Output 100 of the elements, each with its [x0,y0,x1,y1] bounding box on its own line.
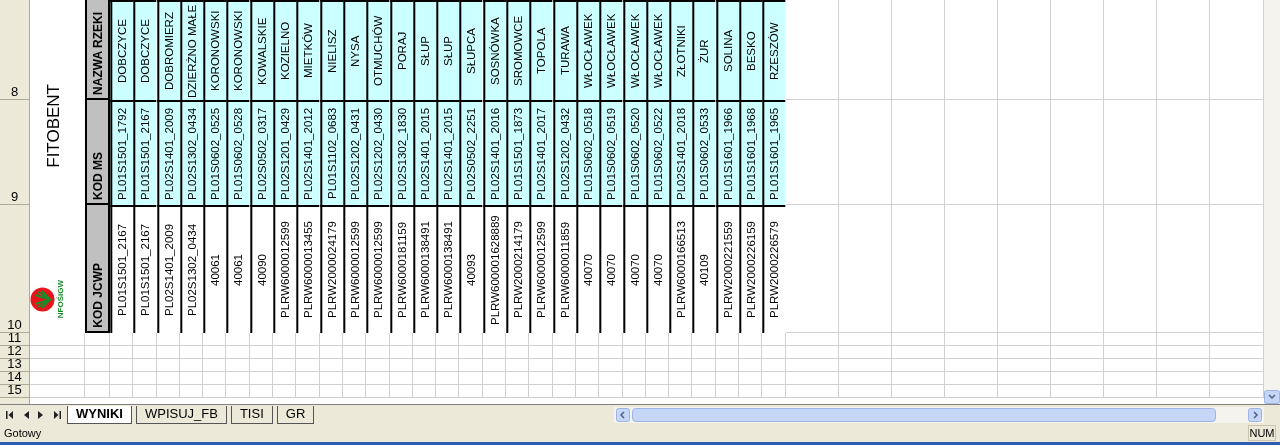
empty-cell [944,359,998,372]
empty-cell [226,333,250,346]
empty-cell [319,385,343,398]
empty-cell [669,333,693,346]
row-header[interactable]: 10 [0,205,30,333]
empty-cell [506,333,530,346]
scroll-down-button[interactable] [1264,390,1280,404]
empty-cell [85,385,110,398]
scroll-right-button[interactable] [1248,407,1262,422]
table-cell: PLRW2000226579 [762,205,786,333]
empty-cell [944,333,998,346]
table-cell: PL01S0602_0518 [575,100,600,205]
empty-cell [599,346,623,359]
empty-cell [156,359,180,372]
empty-cell [1103,346,1157,359]
empty-cell [296,346,320,359]
empty-cell [342,385,367,398]
table-cell: PL02S1401_2016 [482,100,507,205]
empty-cell [319,333,343,346]
table-cell: ŻUR [692,0,716,100]
empty-cell [366,385,390,398]
horizontal-scrollbar[interactable] [614,406,1264,423]
table-cell: PLRW6000013455 [296,205,320,333]
table-cell: PL01S1501_2167 [133,205,157,333]
empty-cell [203,385,227,398]
empty-cell [482,385,507,398]
scroll-left-button[interactable] [616,407,630,422]
empty-cell [944,372,998,385]
empty-cell [249,359,274,372]
empty-cell [599,333,623,346]
empty-cell [1103,359,1157,372]
table-cell: PL02S1302_1830 [389,100,413,205]
sheet-tab[interactable]: WPISUJ_FB [135,406,227,424]
empty-cell [506,372,530,385]
table-cell: PLRW2000221559 [715,205,739,333]
table-cell: PL01S1102_0683 [319,100,343,205]
table-cell: PLRW6000166513 [669,205,693,333]
empty-cell [529,346,553,359]
empty-cell [1156,359,1210,372]
empty-cell [785,333,839,346]
num-lock-indicator: NUM [1248,425,1276,441]
table-cell: SOLINA [715,0,739,100]
empty-cell [762,359,786,372]
table-cell: PL02S1401_2015 [436,100,460,205]
empty-cell [715,333,739,346]
empty-cell [645,385,670,398]
table-cell: PLRW600001628889 [482,205,507,333]
empty-cell [366,372,390,385]
empty-cell [226,385,250,398]
empty-cell [1156,372,1210,385]
empty-cell [459,333,483,346]
empty-cell [203,333,227,346]
status-text: Gotowy [4,425,42,441]
scroll-thumb[interactable] [632,407,1216,422]
empty-cell [891,346,945,359]
empty-cell [838,333,892,346]
empty-cell [296,372,320,385]
logo-text: NFOŚiGW [56,279,65,319]
empty-cell [599,372,623,385]
empty-cell [692,372,716,385]
table-cell: 40070 [645,205,670,333]
sheet-tab[interactable]: TISI [230,406,273,424]
empty-cell [412,372,437,385]
empty-cell [110,372,134,385]
empty-cell [342,372,367,385]
table-cell: TURAWA [552,0,576,100]
row-header[interactable]: 14 [0,372,30,385]
row-header[interactable]: 9 [0,100,30,205]
row-header[interactable]: 13 [0,359,30,372]
empty-cell [203,359,227,372]
empty-cell [342,359,367,372]
table-cell: PL01S1501_1873 [506,100,530,205]
row-header[interactable]: 8 [0,0,30,100]
table-cell: PL02S1302_0434 [179,100,204,205]
empty-cell [997,346,1051,359]
table-cell: MIETKÓW [296,0,320,100]
row-header[interactable]: 12 [0,346,30,359]
row-header[interactable]: 11 [0,333,30,346]
empty-cell [389,385,413,398]
empty-cell [482,333,507,346]
empty-cell [838,385,892,398]
table-cell: 40061 [203,205,227,333]
table-cell: 40093 [459,205,483,333]
empty-cell [1156,385,1210,398]
empty-cell [389,346,413,359]
table-cell: SŁUPCA [459,0,483,100]
next-sheet-icon[interactable] [38,410,44,419]
table-cell: PL02S1302_0434 [179,205,204,333]
empty-cell [891,359,945,372]
sheet-tab[interactable]: GR [276,406,315,424]
empty-cell [179,359,204,372]
previous-sheet-icon[interactable] [23,410,29,419]
first-sheet-icon[interactable] [6,410,14,419]
table-cell: DOBCZYCE [133,0,157,100]
sheet-tab[interactable]: WYNIKI [67,406,132,424]
empty-cell [1156,346,1210,359]
row-header[interactable]: 15 [0,385,30,398]
empty-cell [785,346,839,359]
last-sheet-icon[interactable] [53,410,61,419]
empty-cell [482,359,507,372]
